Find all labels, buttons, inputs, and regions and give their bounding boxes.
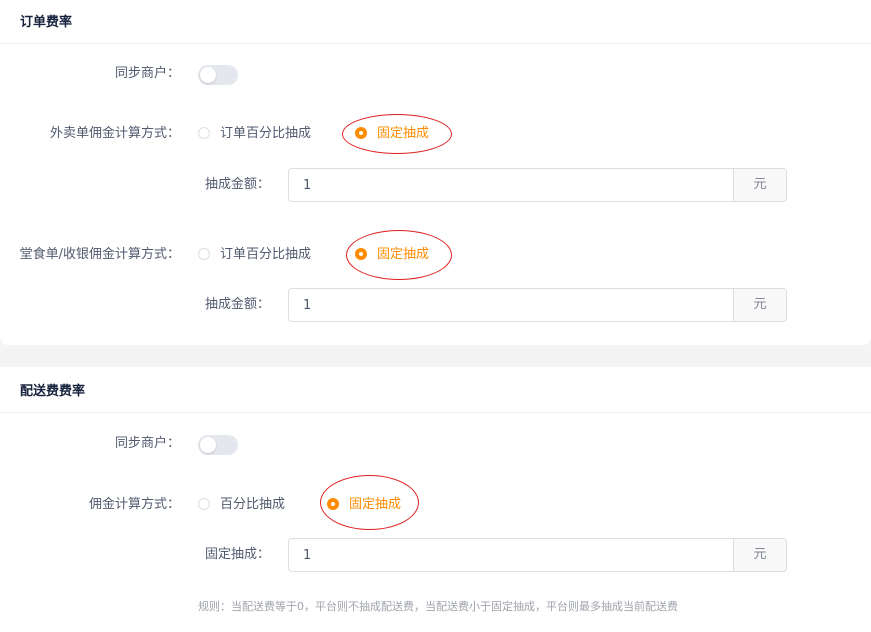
- divider: [0, 412, 871, 413]
- radio-label: 固定抽成: [377, 247, 430, 262]
- dinein-radio-percent[interactable]: 订单百分比抽成: [198, 245, 311, 265]
- delivery-fixed-group: 元: [288, 538, 787, 572]
- takeout-amount-group: 元: [288, 168, 787, 202]
- takeout-radio-percent[interactable]: 订单百分比抽成: [198, 124, 311, 144]
- takeout-amount-label: 抽成金额：: [204, 177, 270, 192]
- delivery-method-label: 佣金计算方式：: [88, 497, 180, 512]
- delivery-radio-percent[interactable]: 百分比抽成: [198, 495, 285, 515]
- takeout-amount-input[interactable]: [288, 168, 734, 202]
- order-rate-title: 订单费率: [20, 15, 73, 30]
- switch-knob: [200, 437, 216, 453]
- radio-label: 百分比抽成: [220, 497, 286, 512]
- dinein-amount-label: 抽成金额：: [204, 297, 270, 312]
- delivery-rate-card: 配送费费率 同步商户： 佣金计算方式： 百分比抽成 固定抽成 固定抽成： 元 规…: [0, 367, 871, 632]
- divider: [0, 43, 871, 44]
- radio-circle-icon: [198, 248, 210, 260]
- radio-label: 订单百分比抽成: [220, 247, 312, 262]
- delivery-radio-fixed[interactable]: 固定抽成: [327, 495, 401, 515]
- dinein-amount-group: 元: [288, 288, 787, 322]
- order-sync-label-box: 同步商户：: [0, 64, 180, 84]
- dinein-method-label: 堂食单/收银佣金计算方式：: [19, 247, 180, 262]
- delivery-rule-hint: 规则：当配送费等于0，平台则不抽成配送费，当配送费小于固定抽成，平台则最多抽成当…: [198, 600, 678, 613]
- order-rate-card: 订单费率 同步商户： 外卖单佣金计算方式： 订单百分比抽成 固定抽成 抽成金额：…: [0, 0, 871, 345]
- radio-selected-icon: [327, 498, 339, 510]
- radio-label: 固定抽成: [349, 497, 402, 512]
- dinein-label-box: 堂食单/收银佣金计算方式：: [0, 245, 180, 265]
- radio-selected-icon: [355, 248, 367, 260]
- dinein-radio-fixed[interactable]: 固定抽成: [355, 245, 429, 265]
- radio-label: 固定抽成: [377, 126, 430, 141]
- takeout-method-label: 外卖单佣金计算方式：: [49, 126, 180, 141]
- delivery-fixed-label: 固定抽成：: [204, 547, 270, 562]
- radio-circle-icon: [198, 498, 210, 510]
- dinein-amount-input[interactable]: [288, 288, 734, 322]
- delivery-method-label-box: 佣金计算方式：: [0, 495, 180, 515]
- delivery-sync-switch[interactable]: [198, 435, 238, 455]
- takeout-amount-label-box: 抽成金额：: [0, 175, 270, 195]
- order-sync-switch[interactable]: [198, 65, 238, 85]
- switch-knob: [200, 67, 216, 83]
- delivery-rate-title: 配送费费率: [20, 384, 86, 399]
- takeout-radio-fixed[interactable]: 固定抽成: [355, 124, 429, 144]
- delivery-sync-label-box: 同步商户：: [0, 434, 180, 454]
- unit-addon: 元: [733, 288, 787, 322]
- takeout-label-box: 外卖单佣金计算方式：: [0, 124, 180, 144]
- radio-circle-icon: [198, 127, 210, 139]
- order-sync-label: 同步商户：: [114, 66, 180, 81]
- delivery-fixed-label-box: 固定抽成：: [0, 545, 270, 565]
- delivery-fixed-input[interactable]: [288, 538, 734, 572]
- radio-label: 订单百分比抽成: [220, 126, 312, 141]
- unit-addon: 元: [733, 538, 787, 572]
- radio-selected-icon: [355, 127, 367, 139]
- dinein-amount-label-box: 抽成金额：: [0, 295, 270, 315]
- unit-addon: 元: [733, 168, 787, 202]
- delivery-sync-label: 同步商户：: [114, 436, 180, 451]
